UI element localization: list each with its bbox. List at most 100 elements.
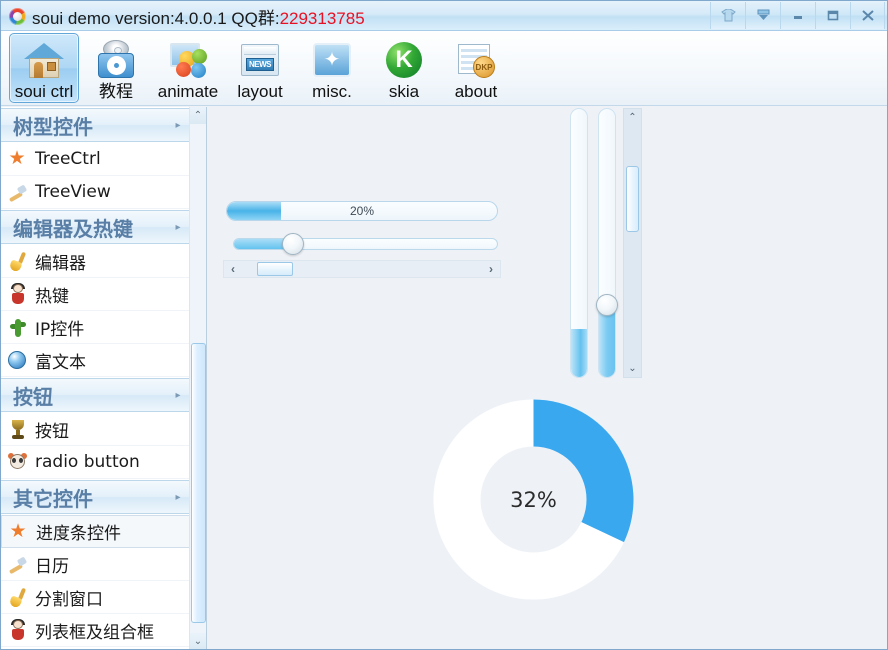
minimize-button[interactable] <box>780 2 815 29</box>
tree-item[interactable]: 分割窗口 <box>1 581 190 614</box>
vertical-scroll-thumb[interactable] <box>626 166 639 233</box>
horizontal-slider-knob[interactable] <box>281 233 304 255</box>
tree-item[interactable]: 列表框及组合框 <box>1 614 190 647</box>
chevron-right-icon: ▸ <box>175 221 181 233</box>
tree-item-selected[interactable]: ★ 进度条控件 <box>1 515 190 548</box>
tree-group-header[interactable]: 树型控件 ▸ <box>1 108 190 142</box>
star-icon: ★ <box>8 148 26 169</box>
skia-green-ball-icon: K <box>382 39 426 81</box>
tree-item-label: TreeView <box>35 182 111 202</box>
skia-icon-letter: K <box>395 46 413 73</box>
donut-progress-chart: 32% <box>431 397 636 602</box>
toolbar-item-animate[interactable]: animate <box>153 33 223 103</box>
brush-icon <box>1 180 35 204</box>
close-button[interactable] <box>850 2 885 29</box>
content-panel: 20% ‹ › ⌃ ⌄ 32% <box>208 107 887 649</box>
tree-item[interactable]: TreeView <box>1 176 190 209</box>
tree-item-label: 列表框及组合框 <box>35 622 154 643</box>
horizontal-scroll-thumb[interactable] <box>257 262 293 276</box>
skin-dropdown-button[interactable] <box>745 2 780 29</box>
tree-item[interactable]: 热键 <box>1 278 190 311</box>
toolbar-label-animate: animate <box>157 82 219 101</box>
toolbar-label-tutorial: 教程 <box>99 82 133 101</box>
animate-spheres-icon <box>166 39 210 81</box>
tree-item-label: 热键 <box>35 286 69 307</box>
tree-item-label: 进度条控件 <box>36 524 121 544</box>
tree-group-header[interactable]: 其它控件 ▸ <box>1 480 190 514</box>
home-icon <box>22 39 66 81</box>
sidebar-scroll-up-button[interactable]: ⌃ <box>190 107 206 124</box>
chevron-right-icon: ▸ <box>175 491 181 503</box>
tree-group-label: 按钮 <box>13 384 53 409</box>
tree-item-label: TreeCtrl <box>35 149 101 169</box>
toolbar-item-misc[interactable]: ✦ misc. <box>297 33 367 103</box>
title-bar: soui demo version:4.0.0.1 QQ群:229313785 <box>1 1 887 31</box>
toolbar-item-soui-ctrl[interactable]: soui ctrl <box>9 33 79 103</box>
toolbar-label-soui-ctrl: soui ctrl <box>14 82 74 101</box>
chevron-right-icon: ▸ <box>175 119 181 131</box>
window-title-qq-number: 229313785 <box>279 8 365 28</box>
news-icon-text: NEWS <box>246 58 274 71</box>
tree-group-label: 树型控件 <box>13 114 93 139</box>
sidebar-scroll-down-button[interactable]: ⌄ <box>190 633 206 649</box>
vertical-progress-bar[interactable] <box>570 108 588 378</box>
vertical-scroll-down-button[interactable]: ⌄ <box>624 360 641 377</box>
tree-group-label: 其它控件 <box>13 486 93 511</box>
globe-icon <box>1 348 35 372</box>
toolbar-item-tutorial[interactable]: 教程 <box>81 33 151 103</box>
toolbar-label-about: about <box>454 82 498 101</box>
main-toolbar: soui ctrl 教程 animate NEWS layout ✦ misc.… <box>1 31 887 106</box>
window-title-prefix: soui demo version:4.0.0.1 QQ群: <box>32 8 280 28</box>
vertical-scroll-up-button[interactable]: ⌃ <box>624 109 641 126</box>
window-title: soui demo version:4.0.0.1 QQ群:229313785 <box>32 4 365 29</box>
broom-icon <box>1 585 35 609</box>
app-window: soui demo version:4.0.0.1 QQ群:229313785 <box>0 0 888 650</box>
tree-node-list: 树型控件 ▸ ★ TreeCtrl TreeView 编辑器及热键 ▸ 编辑器热键 IP控件富文… <box>1 107 190 649</box>
title-bar-left: soui demo version:4.0.0.1 QQ群:229313785 <box>9 1 365 31</box>
cd-gear-icon <box>94 39 138 81</box>
toolbar-label-skia: skia <box>388 82 420 101</box>
tree-item-label: 编辑器 <box>35 253 86 274</box>
horizontal-slider[interactable] <box>233 233 498 255</box>
toolbar-label-layout: layout <box>237 82 283 101</box>
window-buttons <box>710 2 885 30</box>
tree-group-header[interactable]: 按钮 ▸ <box>1 378 190 412</box>
scroll-left-button[interactable]: ‹ <box>224 261 242 277</box>
tree-item[interactable]: 编辑器 <box>1 245 190 278</box>
horizontal-scrollbar[interactable]: ‹ › <box>223 260 501 278</box>
vertical-slider[interactable] <box>596 108 618 378</box>
tree-item-label: 分割窗口 <box>35 589 103 610</box>
scroll-right-button[interactable]: › <box>482 261 500 277</box>
skin-button[interactable] <box>710 2 745 29</box>
tree-item-label: IP控件 <box>35 319 85 340</box>
toolbar-item-skia[interactable]: K skia <box>369 33 439 103</box>
trophy-icon <box>1 417 35 441</box>
vertical-slider-knob[interactable] <box>596 294 618 316</box>
tree-item[interactable]: 日历 <box>1 548 190 581</box>
tree-group-header[interactable]: 编辑器及热键 ▸ <box>1 210 190 244</box>
star-icon: ★ <box>9 520 27 542</box>
star-screen-icon: ✦ <box>310 39 354 81</box>
sheet-coin-icon: DKP <box>454 39 498 81</box>
maximize-button[interactable] <box>815 2 850 29</box>
tree-item[interactable]: radio button <box>1 446 190 479</box>
vertical-progress-fill <box>571 328 587 377</box>
tree-item[interactable]: ★ TreeCtrl <box>1 143 190 176</box>
toolbar-item-about[interactable]: DKP about <box>441 33 511 103</box>
chevron-right-icon: ▸ <box>175 389 181 401</box>
tree-item[interactable]: IP控件 <box>1 311 190 344</box>
donut-center-label: 32% <box>510 487 557 512</box>
doll-icon <box>1 618 35 642</box>
tree-item[interactable]: 富文本 <box>1 344 190 377</box>
broom-icon <box>1 249 35 273</box>
panda-icon <box>1 450 35 474</box>
tree-item-label: radio button <box>35 452 140 472</box>
vertical-scrollbar[interactable]: ⌃ ⌄ <box>623 108 642 378</box>
sidebar-scrollbar[interactable]: ⌃ ⌄ <box>189 107 206 649</box>
app-logo-icon <box>9 7 26 25</box>
tree-item[interactable]: 按钮 <box>1 413 190 446</box>
progress-bar[interactable]: 20% <box>226 201 498 221</box>
sidebar-scroll-track[interactable] <box>190 124 206 633</box>
toolbar-item-layout[interactable]: NEWS layout <box>225 33 295 103</box>
sidebar-scroll-thumb[interactable] <box>191 342 206 623</box>
